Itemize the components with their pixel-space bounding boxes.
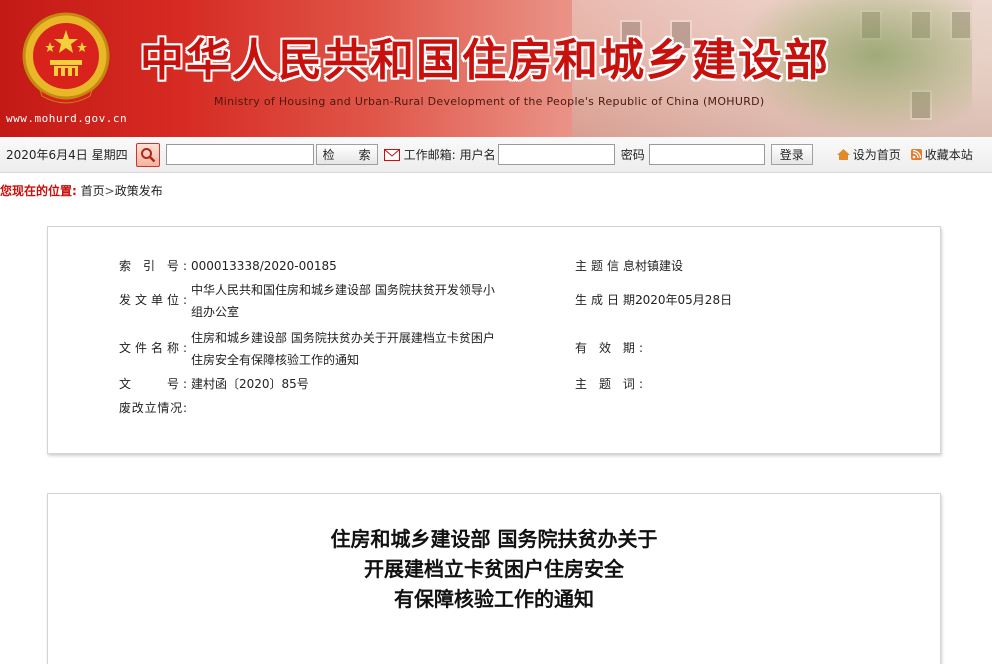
set-homepage-link[interactable]: 设为首页 (836, 146, 901, 163)
index-number-label: 索 引 号: (119, 259, 187, 273)
article-title-line2: 开展建档立卡贫困户住房安全 (364, 557, 624, 581)
status-label: 废改立情况: (119, 401, 187, 415)
issuer-label: 发文单位: (119, 293, 187, 307)
document-name-line1: 住房和城乡建设部 国务院扶贫办关于开展建档立卡贫困户 (191, 331, 495, 345)
site-subtitle: Ministry of Housing and Urban-Rural Deve… (214, 95, 765, 108)
national-emblem-icon (22, 12, 110, 104)
search-icon[interactable] (135, 142, 160, 167)
article-title-line3: 有保障核验工作的通知 (394, 587, 594, 611)
site-title: 中华人民共和国住房和城乡建设部 (140, 35, 830, 86)
document-info-panel: 索 引 号: 000013338/2020-00185 发文单位: 中华人民共和… (47, 226, 941, 454)
breadcrumb-separator: > (104, 184, 115, 198)
top-toolbar: 2020年6月4日 星期四 检 索 工作邮箱: 用户名 密码 登录 设为首页 收… (0, 137, 992, 173)
bookmark-link[interactable]: 收藏本站 (910, 146, 973, 163)
valid-period-label: 有 效 期: (575, 341, 643, 355)
username-input[interactable] (497, 144, 615, 165)
mail-icon (383, 148, 400, 161)
document-name-label: 文件名称: (119, 341, 187, 355)
password-label: 密码 (620, 148, 645, 162)
document-name-line2: 住房安全有保障核验工作的通知 (191, 353, 360, 367)
username-label: 用户名 (459, 148, 496, 162)
search-input[interactable] (165, 144, 314, 165)
index-number-value: 000013338/2020-00185 (191, 259, 337, 273)
password-input[interactable] (648, 144, 765, 165)
article-panel: 住房和城乡建设部 国务院扶贫办关于 开展建档立卡贫困户住房安全 有保障核验工作的… (47, 493, 941, 664)
login-button[interactable]: 登录 (770, 144, 813, 165)
search-button[interactable]: 检 索 (315, 144, 378, 165)
home-icon (836, 149, 850, 160)
site-url: www.mohurd.gov.cn (6, 112, 128, 125)
document-number-label: 文 号: (119, 377, 187, 391)
breadcrumb-home-link[interactable]: 首页 (81, 184, 105, 198)
issuer-value-line1: 中华人民共和国住房和城乡建设部 国务院扶贫开发领导小 (191, 283, 495, 297)
generated-date-value: 2020年05月28日 (635, 293, 733, 307)
topic-label: 主题信息: (575, 259, 643, 273)
topic-value: 村镇建设 (635, 259, 684, 273)
breadcrumb: 您现在的位置: 首页>政策发布 (0, 182, 163, 199)
work-mail-label: 工作邮箱: (403, 148, 456, 162)
site-banner: www.mohurd.gov.cn 中华人民共和国住房和城乡建设部 Minist… (0, 0, 992, 137)
article-title-line1: 住房和城乡建设部 国务院扶贫办关于 (330, 527, 658, 551)
breadcrumb-current-link[interactable]: 政策发布 (115, 184, 163, 198)
bookmark-label: 收藏本站 (924, 148, 973, 162)
keyword-label: 主 题 词: (575, 377, 643, 391)
article-title: 住房和城乡建设部 国务院扶贫办关于 开展建档立卡贫困户住房安全 有保障核验工作的… (48, 524, 940, 614)
issuer-value-line2: 组办公室 (191, 305, 240, 319)
current-date: 2020年6月4日 星期四 (6, 148, 128, 162)
breadcrumb-label: 您现在的位置: (0, 184, 77, 198)
generated-date-label: 生成日期: (575, 293, 643, 307)
bookmark-icon (910, 149, 922, 160)
document-number-value: 建村函〔2020〕85号 (191, 377, 309, 391)
set-homepage-label: 设为首页 (852, 148, 901, 162)
